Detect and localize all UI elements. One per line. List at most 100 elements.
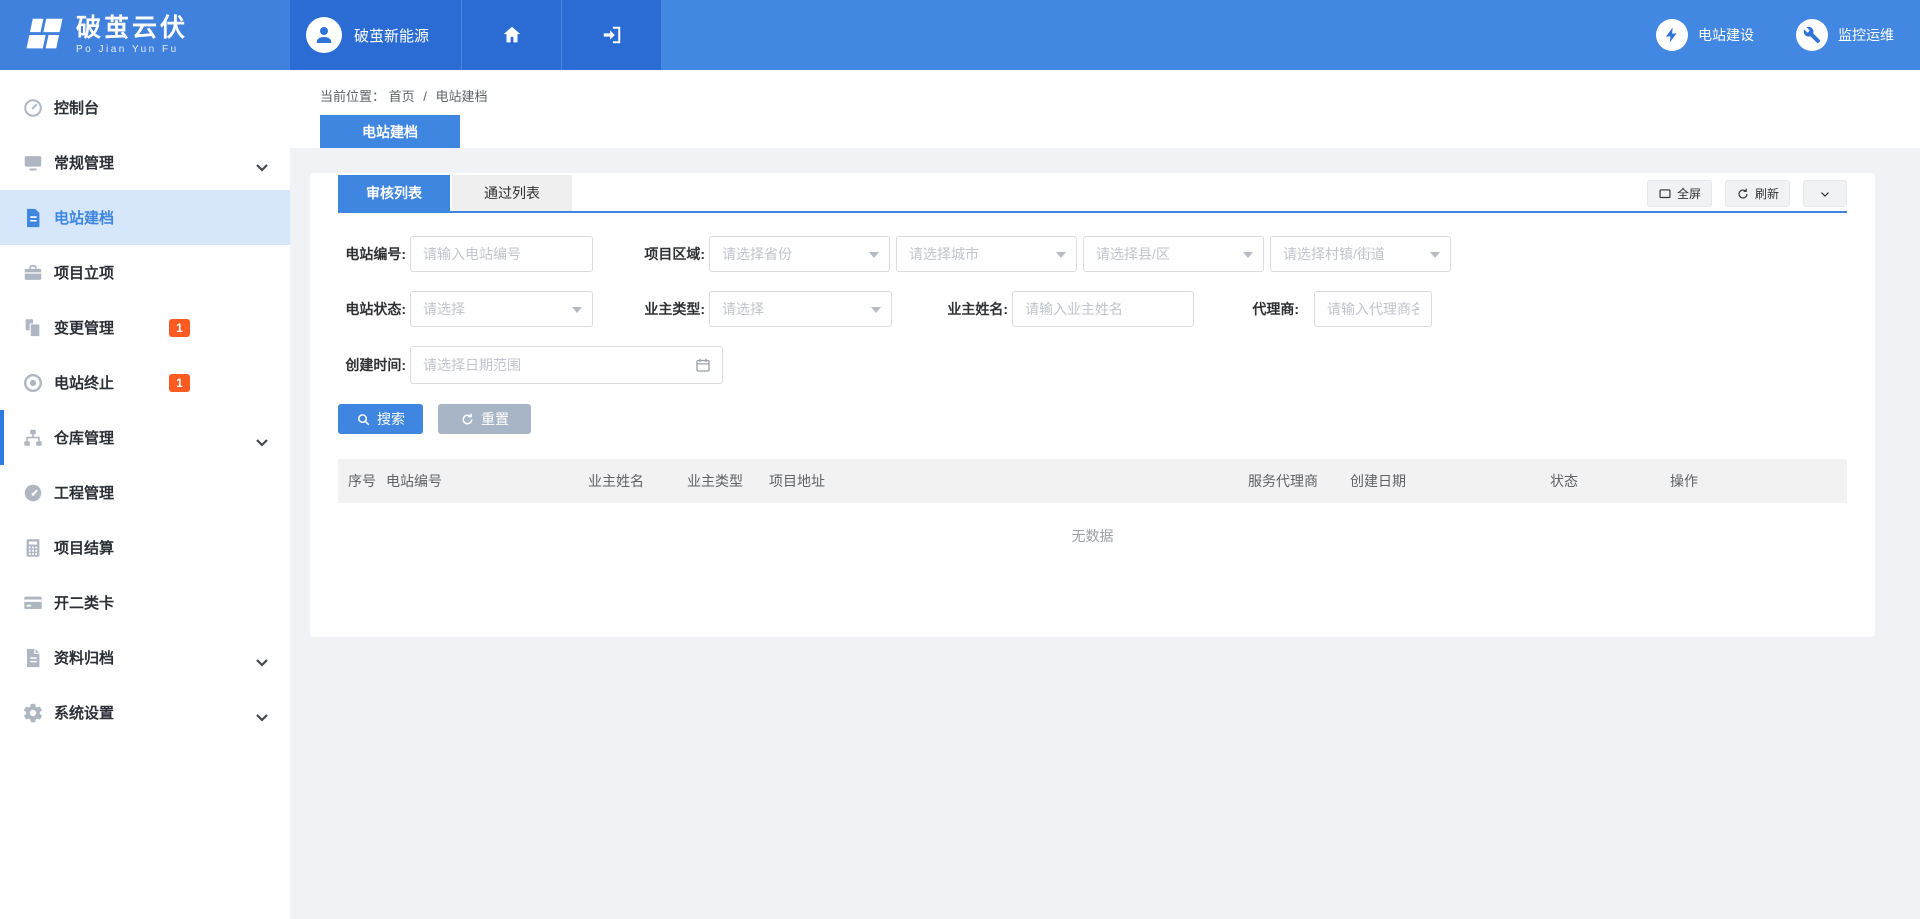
logout-button[interactable] — [562, 0, 662, 70]
home-icon — [501, 24, 523, 46]
breadcrumb-prefix: 当前位置： — [320, 89, 385, 104]
user-menu[interactable]: 破茧新能源 — [290, 0, 462, 70]
refresh-button[interactable]: 刷新 — [1725, 180, 1790, 207]
chevron-down-icon — [256, 709, 268, 717]
main-panel: 审核列表 通过列表 全屏 刷新 电站编号: 项目区域: — [310, 173, 1875, 637]
sidebar: 控制台 常规管理 电站建档 项目立项 变更管理 1 电站终止 1 — [0, 70, 290, 919]
city-select[interactable]: 请选择城市 — [896, 236, 1077, 272]
caret-down-icon — [869, 252, 879, 258]
station-no-label: 电站编号: — [338, 244, 406, 264]
sidebar-item-station-termination[interactable]: 电站终止 1 — [0, 355, 290, 410]
village-select[interactable]: 请选择村镇/街道 — [1270, 236, 1451, 272]
status-badge: 1 — [169, 319, 190, 337]
col-agent: 服务代理商 — [1248, 459, 1318, 503]
caret-down-icon — [1056, 252, 1066, 258]
action-buttons: 搜索 重置 — [338, 404, 1847, 434]
breadcrumb-home-link[interactable]: 首页 — [389, 89, 415, 104]
collapse-button[interactable] — [1803, 180, 1847, 207]
main-content: 当前位置： 首页 / 电站建档 电站建档 审核列表 通过列表 全屏 刷新 — [290, 70, 1920, 919]
sidebar-item-system-settings[interactable]: 系统设置 — [0, 685, 290, 740]
county-select[interactable]: 请选择县/区 — [1083, 236, 1264, 272]
col-station-no: 电站编号 — [386, 459, 442, 503]
breadcrumb-separator: / — [423, 89, 427, 104]
nav-monitoring-ops[interactable]: 监控运维 — [1796, 19, 1894, 51]
nav-label: 电站建设 — [1698, 25, 1754, 45]
sidebar-item-warehouse-mgmt[interactable]: 仓库管理 — [0, 410, 290, 465]
date-range-input[interactable]: 请选择日期范围 — [410, 346, 723, 384]
gear-icon — [22, 702, 44, 724]
owner-name-input[interactable] — [1012, 291, 1194, 327]
sidebar-item-change-mgmt[interactable]: 变更管理 1 — [0, 300, 290, 355]
file-icon — [22, 647, 44, 669]
search-button[interactable]: 搜索 — [338, 404, 423, 434]
document-icon — [22, 207, 44, 229]
pages-icon — [22, 317, 44, 339]
tab-passed-list[interactable]: 通过列表 — [452, 175, 572, 211]
nav-station-construction[interactable]: 电站建设 — [1656, 19, 1754, 51]
breadcrumb: 当前位置： 首页 / 电站建档 — [320, 86, 488, 105]
reset-button[interactable]: 重置 — [438, 404, 531, 434]
card-icon — [22, 592, 44, 614]
sidebar-item-engineering-mgmt[interactable]: 工程管理 — [0, 465, 290, 520]
caret-down-icon — [1243, 252, 1253, 258]
page-tab-station-filing[interactable]: 电站建档 — [320, 115, 460, 148]
col-index: 序号 — [348, 459, 376, 503]
gauge-icon — [22, 97, 44, 119]
station-status-label: 电站状态: — [338, 299, 406, 319]
province-select[interactable]: 请选择省份 — [709, 236, 890, 272]
table-header: 序号 电站编号 业主姓名 业主类型 项目地址 服务代理商 创建日期 状态 操作 — [338, 459, 1847, 503]
sidebar-item-data-archive[interactable]: 资料归档 — [0, 630, 290, 685]
sidebar-item-project-initiation[interactable]: 项目立项 — [0, 245, 290, 300]
caret-down-icon — [1430, 252, 1440, 258]
home-button[interactable] — [462, 0, 562, 70]
fullscreen-icon — [1658, 187, 1672, 201]
sidebar-item-station-filing[interactable]: 电站建档 — [0, 190, 290, 245]
table-empty-state: 无数据 — [338, 503, 1847, 569]
brand-mark-icon — [20, 15, 66, 55]
monitor-icon — [22, 152, 44, 174]
created-time-label: 创建时间: — [338, 355, 406, 375]
bolt-icon — [1656, 19, 1688, 51]
col-created: 创建日期 — [1350, 459, 1406, 503]
refresh-icon — [1736, 187, 1750, 201]
caret-down-icon — [572, 307, 582, 313]
col-owner-name: 业主姓名 — [588, 459, 644, 503]
breadcrumb-current: 电站建档 — [436, 89, 488, 104]
col-address: 项目地址 — [769, 459, 825, 503]
top-header: 破茧云伏 Po Jian Yun Fu 破茧新能源 电站建设 — [0, 0, 1920, 70]
filter-row-1: 电站编号: 项目区域: 请选择省份 请选择城市 请选择县/区 请选择村镇/街道 — [338, 236, 1847, 272]
sidebar-item-general-mgmt[interactable]: 常规管理 — [0, 135, 290, 190]
filter-row-3: 创建时间: 请选择日期范围 — [338, 346, 1847, 384]
user-icon — [312, 23, 336, 47]
chevron-down-icon — [256, 654, 268, 662]
search-icon — [356, 412, 371, 427]
circle-dot-icon — [22, 372, 44, 394]
avatar — [306, 17, 342, 53]
sitemap-icon — [22, 427, 44, 449]
col-owner-type: 业主类型 — [687, 459, 743, 503]
briefcase-icon — [22, 262, 44, 284]
sidebar-item-console[interactable]: 控制台 — [0, 80, 290, 135]
sidebar-item-project-settlement[interactable]: 项目结算 — [0, 520, 290, 575]
list-tabs: 审核列表 通过列表 全屏 刷新 — [338, 175, 1847, 213]
sidebar-item-open-type2-card[interactable]: 开二类卡 — [0, 575, 290, 630]
owner-type-select[interactable]: 请选择 — [709, 291, 892, 327]
station-status-select[interactable]: 请选择 — [410, 291, 593, 327]
col-status: 状态 — [1550, 459, 1578, 503]
region-label: 项目区域: — [637, 244, 705, 264]
col-actions: 操作 — [1670, 459, 1698, 503]
company-name: 破茧新能源 — [354, 25, 429, 46]
caret-down-icon — [871, 307, 881, 313]
nav-label: 监控运维 — [1838, 25, 1894, 45]
chevron-down-icon — [256, 434, 268, 442]
owner-type-label: 业主类型: — [637, 299, 705, 319]
agent-input[interactable] — [1314, 291, 1432, 327]
chevron-down-icon — [256, 159, 268, 167]
reset-icon — [460, 412, 475, 427]
tab-review-list[interactable]: 审核列表 — [338, 175, 450, 211]
fullscreen-button[interactable]: 全屏 — [1647, 180, 1712, 207]
dial-icon — [22, 482, 44, 504]
station-no-input[interactable] — [410, 236, 593, 272]
status-badge: 1 — [169, 374, 190, 392]
logout-icon — [601, 24, 623, 46]
